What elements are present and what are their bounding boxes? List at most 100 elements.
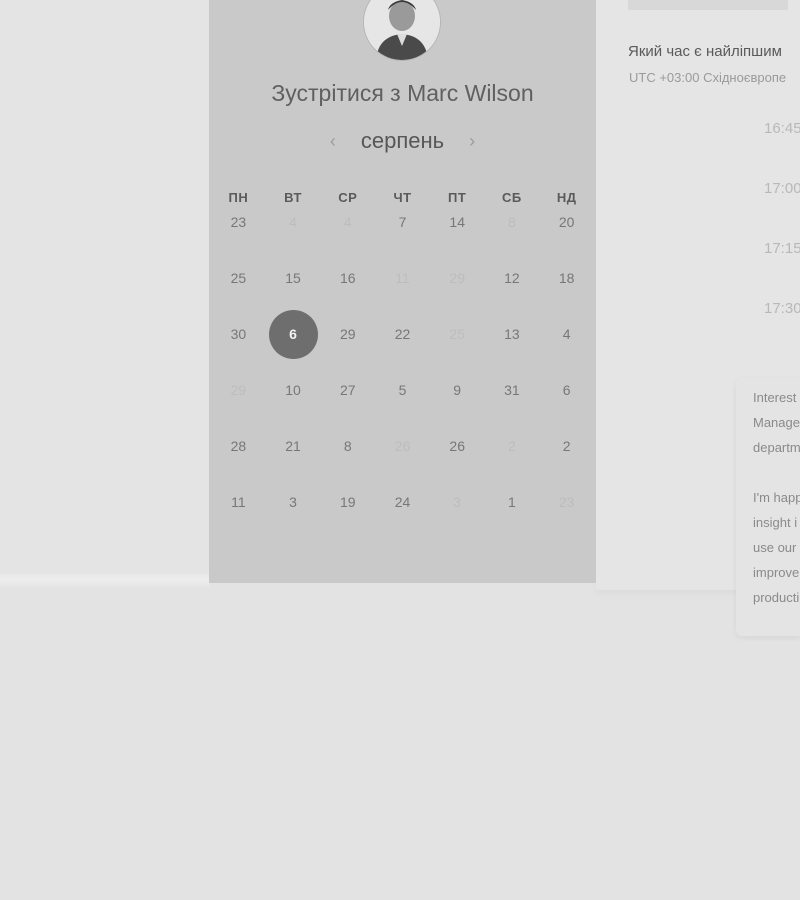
calendar-day-number: 9 xyxy=(453,382,462,398)
bio-line: departm xyxy=(753,440,800,455)
calendar-day[interactable]: 1 xyxy=(485,474,540,530)
calendar-day: 26 xyxy=(375,418,430,474)
calendar-day-number: 29 xyxy=(449,270,465,286)
calendar-day-number: 3 xyxy=(453,494,462,510)
calendar-day[interactable]: 19 xyxy=(320,474,375,530)
calendar-day[interactable]: 22 xyxy=(375,306,430,362)
month-label: серпень xyxy=(360,128,445,153)
calendar-day: 29 xyxy=(211,362,266,418)
calendar-day[interactable]: 8 xyxy=(320,418,375,474)
calendar-day[interactable]: 14 xyxy=(430,194,485,250)
calendar-day-number: 30 xyxy=(230,326,247,342)
chevron-left-icon[interactable]: ‹ xyxy=(323,131,343,152)
calendar-day-number: 31 xyxy=(504,382,520,398)
calendar-day-number: 8 xyxy=(508,214,516,230)
calendar-day-number: 29 xyxy=(339,326,356,342)
calendar-day[interactable]: 26 xyxy=(430,418,485,474)
time-slot-button[interactable]: 16:45 xyxy=(764,120,800,137)
top-bar xyxy=(628,0,788,10)
calendar-day: 3 xyxy=(430,474,485,530)
calendar-day[interactable]: 6 xyxy=(539,362,594,418)
calendar-day-number: 11 xyxy=(395,270,410,286)
chevron-right-icon[interactable]: › xyxy=(462,131,482,152)
calendar-day-selected[interactable]: 6 xyxy=(266,306,321,362)
calendar-day-number: 10 xyxy=(285,382,301,398)
calendar-day[interactable]: 12 xyxy=(485,250,540,306)
calendar-day-number: 5 xyxy=(398,382,407,398)
calendar-day[interactable]: 10 xyxy=(266,362,321,418)
calendar-day: 29 xyxy=(430,250,485,306)
calendar-day-number: 26 xyxy=(394,438,411,454)
calendar-day[interactable]: 2 xyxy=(539,418,594,474)
bio-line: insight i xyxy=(753,515,798,530)
band-edge xyxy=(0,574,210,588)
calendar-day-number: 6 xyxy=(268,309,318,359)
calendar-day: 8 xyxy=(485,194,540,250)
calendar-day-number: 25 xyxy=(230,270,247,286)
calendar-day[interactable]: 27 xyxy=(320,362,375,418)
calendar-day[interactable]: 23 xyxy=(211,194,266,250)
calendar-day[interactable]: 21 xyxy=(266,418,321,474)
calendar-day[interactable]: 11 xyxy=(211,474,266,530)
calendar-day-number: 25 xyxy=(449,326,465,342)
calendar-day[interactable]: 16 xyxy=(320,250,375,306)
calendar-day[interactable]: 24 xyxy=(375,474,430,530)
calendar-day: 2 xyxy=(485,418,540,474)
calendar-day-number: 11 xyxy=(231,494,246,510)
bio-line: producti xyxy=(753,590,800,605)
calendar-day[interactable]: 20 xyxy=(539,194,594,250)
calendar-day-number: 15 xyxy=(285,270,301,286)
time-slot-button[interactable]: 17:15 xyxy=(764,240,800,257)
timezone-label[interactable]: UTC +03:00 Східноєвропе xyxy=(629,70,786,85)
calendar-day: 11 xyxy=(375,250,430,306)
calendar-day-number: 7 xyxy=(398,214,407,230)
calendar-day-number: 29 xyxy=(230,382,247,398)
calendar-day-number: 22 xyxy=(394,326,411,342)
time-slot-button[interactable]: 17:00 xyxy=(764,180,800,197)
bio-line: Interest xyxy=(753,390,797,405)
calendar-day: 25 xyxy=(430,306,485,362)
calendar-day[interactable]: 25 xyxy=(211,250,266,306)
time-slot-button[interactable]: 17:30 xyxy=(764,300,800,317)
calendar-day-number: 2 xyxy=(562,438,571,454)
calendar-day[interactable]: 9 xyxy=(430,362,485,418)
calendar-day-number: 3 xyxy=(289,494,297,510)
calendar-day-number: 19 xyxy=(339,494,356,510)
bio-line: use our xyxy=(753,540,797,555)
calendar-day-number: 13 xyxy=(504,326,520,342)
calendar-day[interactable]: 13 xyxy=(485,306,540,362)
calendar-day[interactable]: 31 xyxy=(485,362,540,418)
calendar-day: 23 xyxy=(539,474,594,530)
calendar-day-number: 18 xyxy=(558,270,575,286)
calendar-day-number: 24 xyxy=(394,494,411,510)
calendar-day[interactable]: 15 xyxy=(266,250,321,306)
calendar-day-number: 14 xyxy=(449,214,465,230)
calendar-grid: 23 4 4 7 14 8 20 25 15 16 11 29 12 18 30 6 29 22 25 13 4 29 10… xyxy=(211,194,594,530)
calendar-day-number: 4 xyxy=(343,214,352,230)
bio-paragraph: Interest Manage departm xyxy=(753,385,800,460)
calendar-day[interactable]: 28 xyxy=(211,418,266,474)
calendar-day: 4 xyxy=(320,194,375,250)
calendar-day-number: 27 xyxy=(339,382,356,398)
calendar-day-number: 4 xyxy=(289,214,297,230)
calendar-day[interactable]: 30 xyxy=(211,306,266,362)
calendar-day[interactable]: 3 xyxy=(266,474,321,530)
bio-line: I'm happ xyxy=(753,490,800,505)
calendar-day-number: 12 xyxy=(504,270,520,286)
calendar-day-number: 20 xyxy=(558,214,575,230)
calendar-day[interactable]: 29 xyxy=(320,306,375,362)
calendar-day[interactable]: 18 xyxy=(539,250,594,306)
calendar-day-number: 4 xyxy=(562,326,571,342)
calendar-day-number: 23 xyxy=(230,214,247,230)
calendar-day-number: 28 xyxy=(230,438,247,454)
page-title: Зустрітися з Marc Wilson xyxy=(271,80,534,106)
calendar-day[interactable]: 5 xyxy=(375,362,430,418)
calendar-day[interactable]: 7 xyxy=(375,194,430,250)
bio-line: improve xyxy=(753,565,800,580)
calendar-day[interactable]: 4 xyxy=(539,306,594,362)
calendar-day-number: 23 xyxy=(558,494,575,510)
bio-paragraph: I'm happ insight i use our improve produ… xyxy=(753,485,800,610)
calendar-day: 4 xyxy=(266,194,321,250)
calendar-day-number: 6 xyxy=(562,382,571,398)
calendar-day-number: 26 xyxy=(449,438,465,454)
